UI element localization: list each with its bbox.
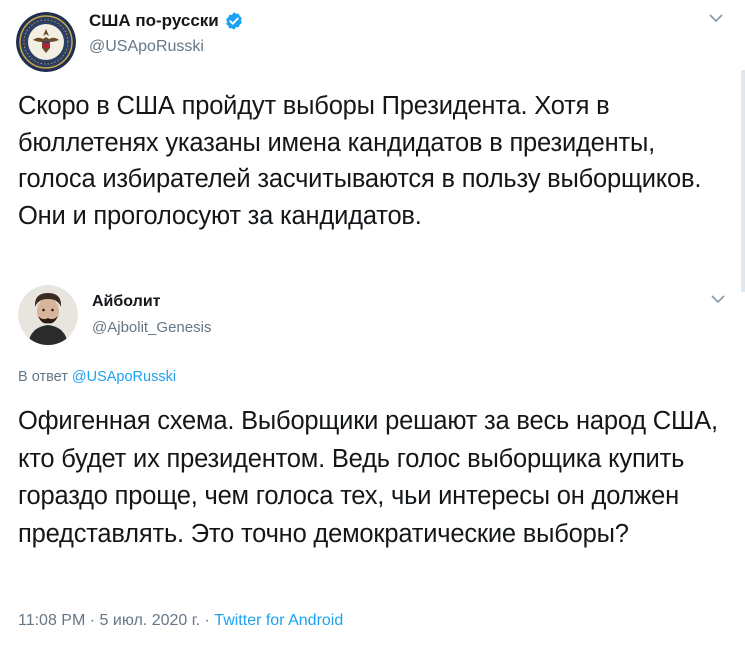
tweet-meta: 11:08 PM · 5 июл. 2020 г. · Twitter for … [18,612,343,630]
tweet-time[interactable]: 11:08 PM [18,612,85,629]
tweet-source-link[interactable]: Twitter for Android [214,612,343,629]
reply-prefix: В ответ [18,369,68,385]
display-name[interactable]: Айболит [92,293,160,311]
chevron-down-icon[interactable] [708,292,728,306]
meta-separator: · [204,612,210,629]
meta-separator: · [89,612,96,629]
reply-mention-link[interactable]: @USApoRusski [72,369,176,385]
tweet-date[interactable]: 5 июл. 2020 г. [100,612,201,629]
reply-tweet: Айболит @Ajbolit_Genesis В ответ @USApoR… [0,0,745,629]
tweet-text: Офигенная схема. Выборщики решают за вес… [18,407,718,548]
handle[interactable]: @Ajbolit_Genesis [92,319,211,336]
reply-to-line: В ответ @USApoRusski [18,369,176,385]
user-avatar[interactable] [18,285,78,345]
